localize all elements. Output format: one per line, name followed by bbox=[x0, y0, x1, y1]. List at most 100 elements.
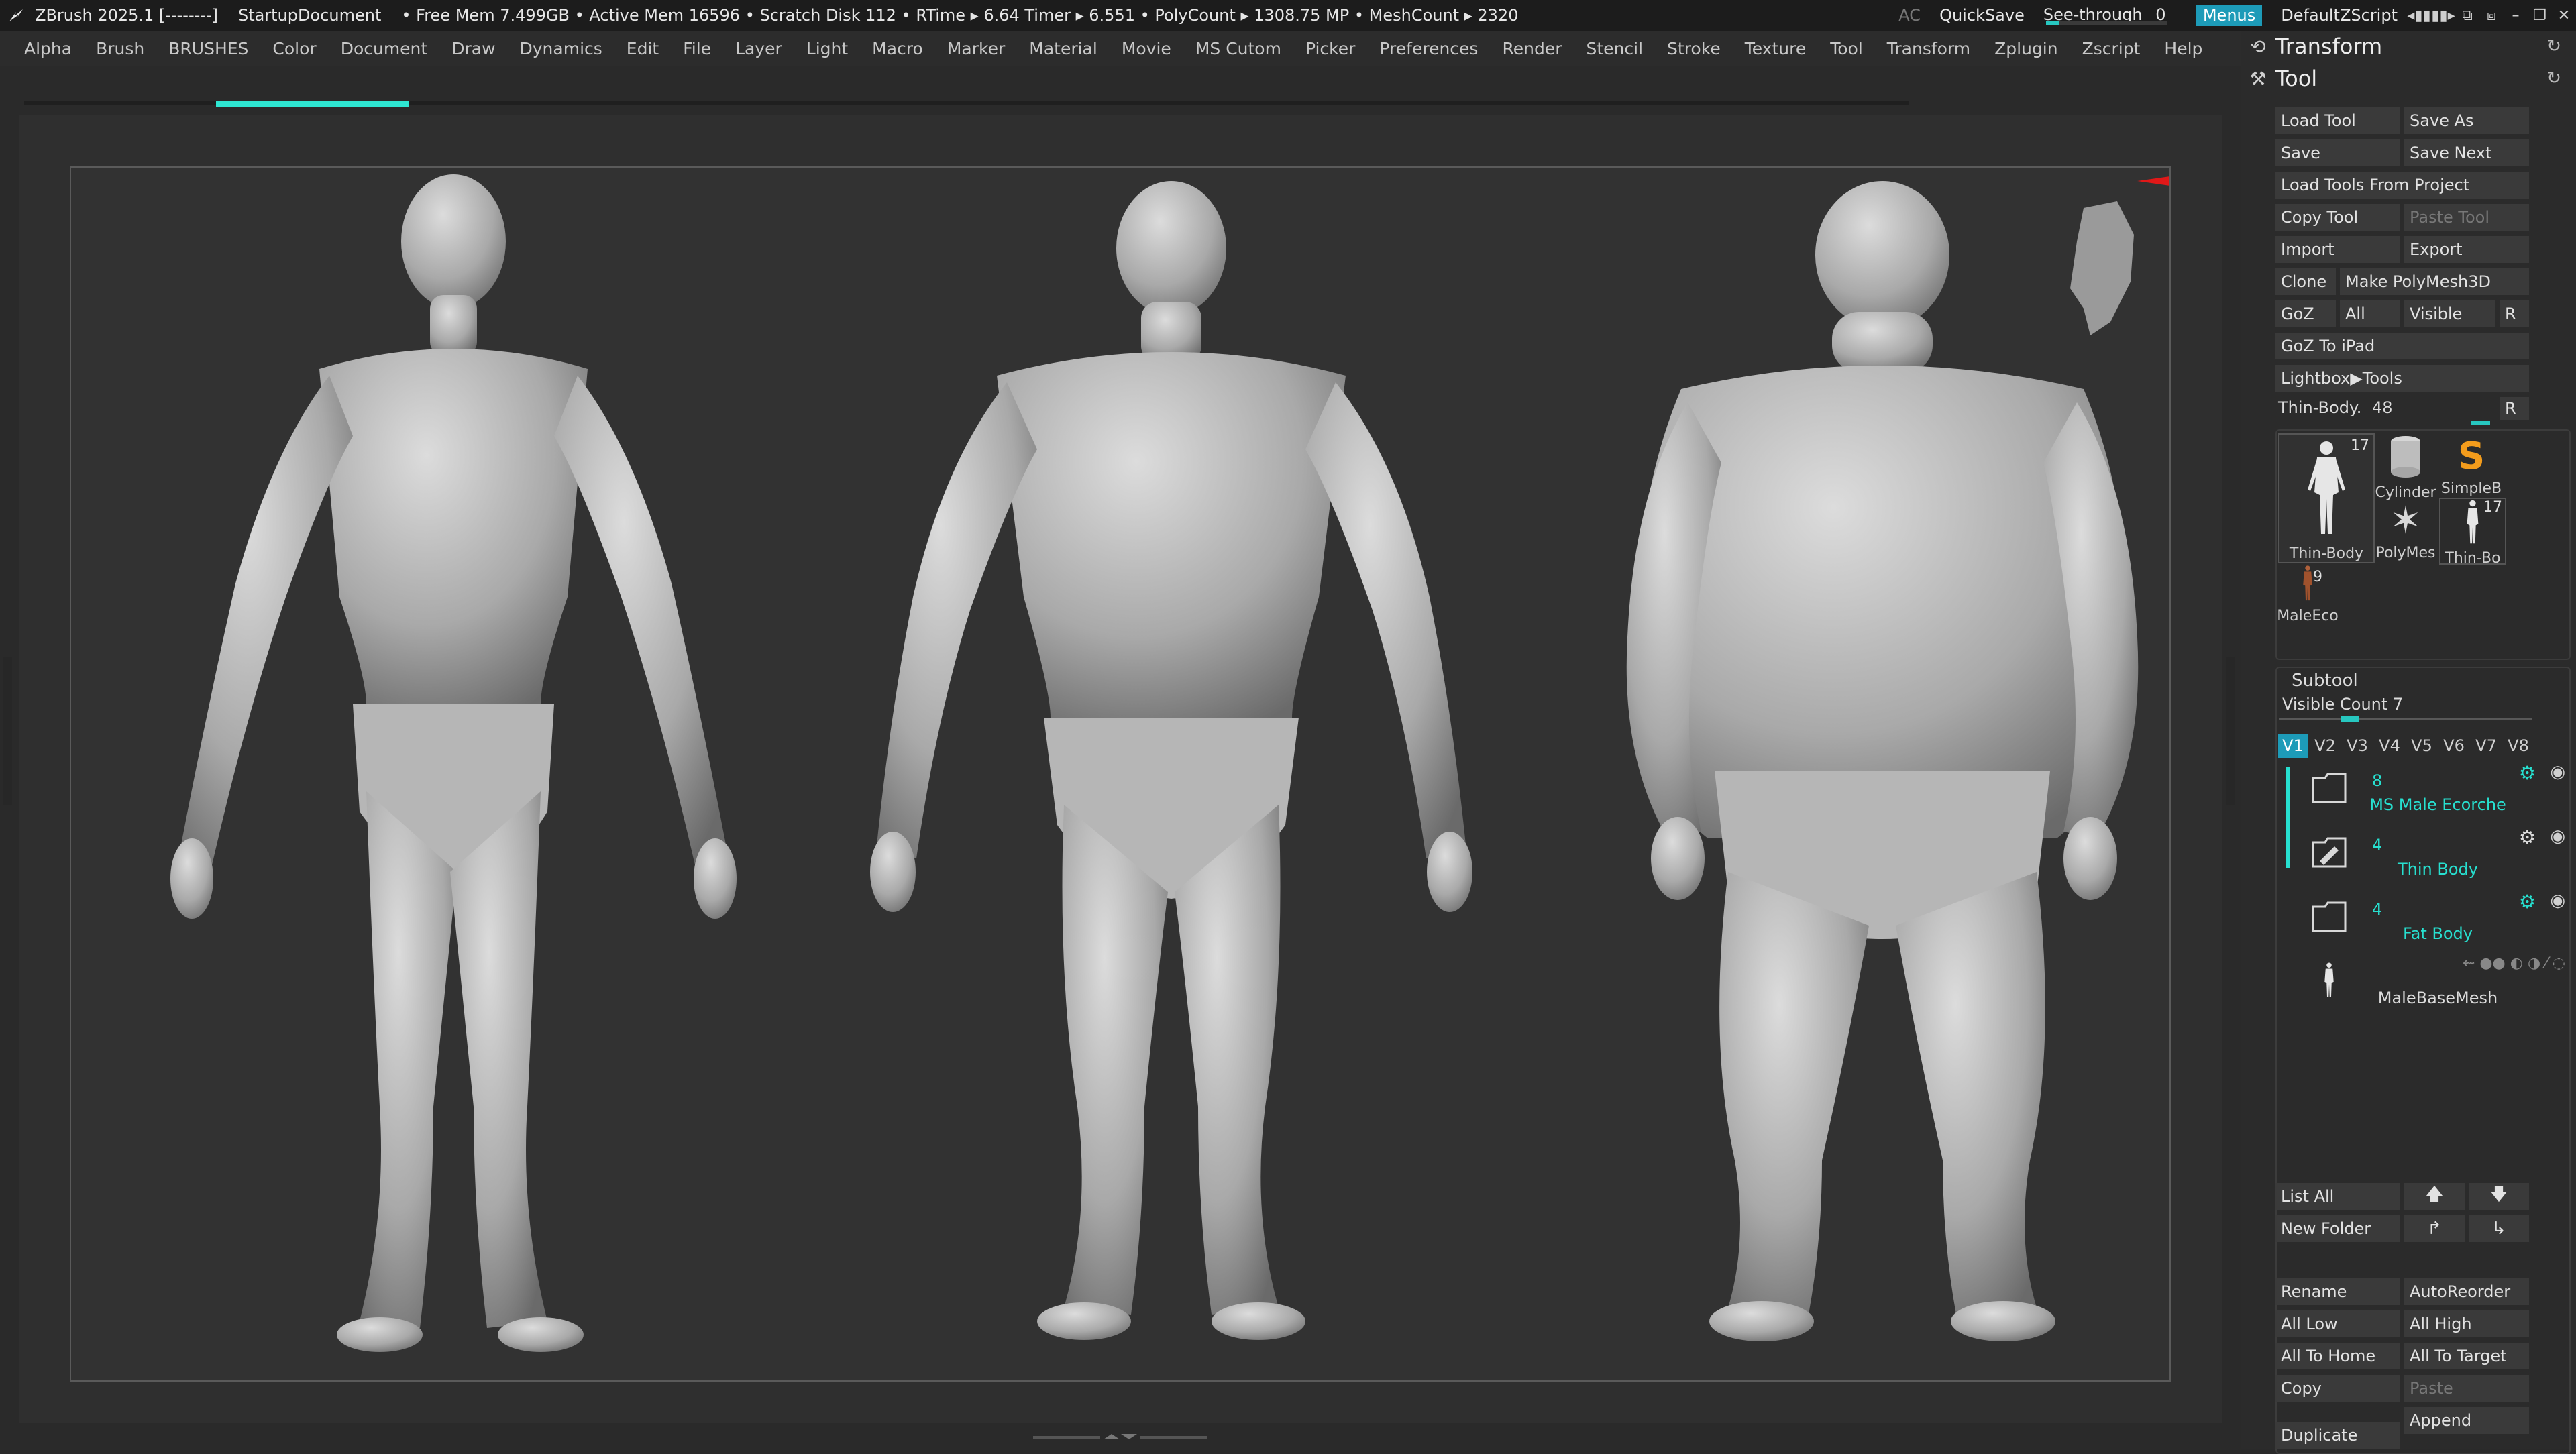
move-out-folder-icon[interactable]: ↳ bbox=[2469, 1215, 2529, 1242]
menu-marker[interactable]: Marker bbox=[947, 39, 1005, 58]
see-through-slider[interactable]: See-through 0 bbox=[2043, 5, 2178, 25]
menus-toggle[interactable]: Menus bbox=[2196, 5, 2263, 26]
goz-visible-button[interactable]: Visible bbox=[2404, 300, 2496, 327]
subtool-title[interactable]: Subtool bbox=[2292, 671, 2358, 691]
tool-thumb-male-ecorche[interactable]: 9 MaleEco bbox=[2275, 563, 2340, 630]
move-down-arrow-icon[interactable]: 🡇 bbox=[2469, 1183, 2529, 1210]
document-viewport[interactable] bbox=[70, 166, 2171, 1382]
ui-layout-left-icon[interactable]: ◂▮▮ bbox=[2407, 6, 2431, 25]
goz-r-button[interactable]: R bbox=[2500, 300, 2529, 327]
rename-button[interactable]: Rename bbox=[2275, 1278, 2400, 1305]
visibility-set-v6[interactable]: V6 bbox=[2439, 734, 2469, 758]
menu-preferences[interactable]: Preferences bbox=[1379, 39, 1478, 58]
menu-material[interactable]: Material bbox=[1029, 39, 1097, 58]
clone-button[interactable]: Clone bbox=[2275, 268, 2336, 295]
visible-count-knob[interactable] bbox=[2341, 716, 2359, 722]
all-high-button[interactable]: All High bbox=[2404, 1310, 2529, 1337]
menu-brush[interactable]: Brush bbox=[96, 39, 144, 58]
move-to-folder-icon[interactable]: ↱ bbox=[2404, 1215, 2465, 1242]
menu-render[interactable]: Render bbox=[1502, 39, 1562, 58]
menu-ms-cutom[interactable]: MS Cutom bbox=[1195, 39, 1281, 58]
folder-settings-gear-icon[interactable]: ⚙ bbox=[2519, 891, 2536, 913]
copy-tool-button[interactable]: Copy Tool bbox=[2275, 204, 2400, 231]
import-button[interactable]: Import bbox=[2275, 236, 2400, 263]
visibility-set-v7[interactable]: V7 bbox=[2471, 734, 2501, 758]
save-button[interactable]: Save bbox=[2275, 139, 2400, 166]
copy-button[interactable]: Copy bbox=[2275, 1375, 2400, 1402]
ui-layout-swap-icon[interactable]: ⧉ bbox=[2455, 6, 2479, 25]
menu-color[interactable]: Color bbox=[272, 39, 316, 58]
paste-button[interactable]: Paste bbox=[2404, 1375, 2529, 1402]
ui-layout-right-icon[interactable]: ▮▮▸ bbox=[2431, 6, 2455, 25]
load-tool-button[interactable]: Load Tool bbox=[2275, 107, 2400, 134]
visibility-set-v8[interactable]: V8 bbox=[2504, 734, 2533, 758]
subtool-folder-thin-body[interactable]: 4 Thin Body ⚙ ◉ bbox=[2310, 826, 2565, 889]
menu-dynamics[interactable]: Dynamics bbox=[520, 39, 602, 58]
menu-picker[interactable]: Picker bbox=[1305, 39, 1355, 58]
subtool-folder-fat-body[interactable]: 4 Fat Body ⚙ ◉ bbox=[2310, 891, 2565, 954]
menu-layer[interactable]: Layer bbox=[735, 39, 782, 58]
make-polymesh3d-button[interactable]: Make PolyMesh3D bbox=[2340, 268, 2529, 295]
visibility-eye-icon[interactable]: ◉ bbox=[2550, 891, 2565, 911]
all-to-target-button[interactable]: All To Target bbox=[2404, 1343, 2529, 1369]
goz-all-button[interactable]: All bbox=[2340, 300, 2400, 327]
current-tool-slider-knob[interactable] bbox=[2471, 421, 2490, 425]
menu-edit[interactable]: Edit bbox=[627, 39, 659, 58]
load-tools-from-project-button[interactable]: Load Tools From Project bbox=[2275, 172, 2529, 199]
subtool-row-toggles-icon[interactable]: ⇜ ●● ◐ ◑ ⁄ ◌ bbox=[2463, 955, 2565, 972]
goz-to-ipad-button[interactable]: GoZ To iPad bbox=[2275, 333, 2529, 359]
tool-thumb-simplebrush[interactable]: S SimpleB bbox=[2439, 433, 2504, 498]
folder-settings-gear-icon[interactable]: ⚙ bbox=[2519, 762, 2536, 784]
subtool-folder-ms-male-ecorche[interactable]: 8 MS Male Ecorche ⚙ ◉ bbox=[2310, 762, 2565, 825]
menu-file[interactable]: File bbox=[683, 39, 711, 58]
paste-tool-button[interactable]: Paste Tool bbox=[2404, 204, 2529, 231]
menu-transform[interactable]: Transform bbox=[1887, 39, 1970, 58]
visible-count[interactable]: Visible Count 7 bbox=[2282, 695, 2403, 714]
menu-document[interactable]: Document bbox=[341, 39, 428, 58]
menu-brushes[interactable]: BRUSHES bbox=[168, 39, 248, 58]
restore-icon[interactable]: ❐ bbox=[2528, 6, 2552, 25]
menu-texture[interactable]: Texture bbox=[1745, 39, 1807, 58]
visibility-set-v2[interactable]: V2 bbox=[2310, 734, 2340, 758]
menu-macro[interactable]: Macro bbox=[872, 39, 923, 58]
current-tool-slider[interactable]: Thin-Body. 48 bbox=[2278, 398, 2533, 423]
visibility-eye-icon[interactable]: ◉ bbox=[2550, 762, 2565, 782]
current-tool-r-button[interactable]: R bbox=[2500, 397, 2529, 420]
bottom-tray-handle-icon[interactable] bbox=[1033, 1433, 1208, 1441]
goz-button[interactable]: GoZ bbox=[2275, 300, 2336, 327]
menu-zscript[interactable]: Zscript bbox=[2082, 39, 2141, 58]
new-folder-button[interactable]: New Folder bbox=[2275, 1215, 2400, 1242]
left-tray-handle[interactable] bbox=[3, 657, 12, 805]
visibility-eye-icon[interactable]: ◉ bbox=[2550, 826, 2565, 846]
tool-thumb-cylinder[interactable]: Cylinder bbox=[2373, 433, 2438, 501]
menu-tool[interactable]: Tool bbox=[1830, 39, 1863, 58]
default-zscript[interactable]: DefaultZScript bbox=[2281, 6, 2398, 25]
autoreorder-button[interactable]: AutoReorder bbox=[2404, 1278, 2529, 1305]
menu-draw[interactable]: Draw bbox=[451, 39, 495, 58]
tool-thumb-polymesh[interactable]: ✶ PolyMes bbox=[2373, 498, 2438, 562]
axis-gizmo-icon[interactable] bbox=[2137, 170, 2169, 215]
menu-stroke[interactable]: Stroke bbox=[1667, 39, 1721, 58]
tool-thumb-thin-body[interactable]: 17 Thin-Body bbox=[2278, 433, 2375, 563]
list-all-button[interactable]: List All bbox=[2275, 1183, 2400, 1210]
all-to-home-button[interactable]: All To Home bbox=[2275, 1343, 2400, 1369]
right-tray-handle[interactable] bbox=[2226, 657, 2235, 805]
close-icon[interactable]: ✕ bbox=[2552, 6, 2576, 25]
save-next-button[interactable]: Save Next bbox=[2404, 139, 2529, 166]
menu-light[interactable]: Light bbox=[806, 39, 848, 58]
visibility-set-v4[interactable]: V4 bbox=[2375, 734, 2404, 758]
ui-layout-restore-icon[interactable]: ⧈ bbox=[2479, 6, 2504, 25]
menu-movie[interactable]: Movie bbox=[1122, 39, 1171, 58]
menu-alpha[interactable]: Alpha bbox=[24, 39, 72, 58]
all-low-button[interactable]: All Low bbox=[2275, 1310, 2400, 1337]
duplicate-button[interactable]: Duplicate bbox=[2275, 1422, 2400, 1449]
move-up-arrow-icon[interactable]: 🡅 bbox=[2404, 1183, 2465, 1210]
transform-reset-icon[interactable]: ↻ bbox=[2546, 36, 2561, 56]
transform-palette-header[interactable]: ⟲ Transform bbox=[2241, 31, 2382, 62]
menu-zplugin[interactable]: Zplugin bbox=[1994, 39, 2057, 58]
subtool-male-base-mesh[interactable]: MaleBaseMesh ⇜ ●● ◐ ◑ ⁄ ◌ bbox=[2310, 955, 2565, 1018]
lightbox-tools-button[interactable]: Lightbox▶Tools bbox=[2275, 365, 2529, 392]
tool-reset-icon[interactable]: ↻ bbox=[2546, 68, 2561, 89]
visibility-set-v1[interactable]: V1 bbox=[2278, 734, 2308, 758]
visibility-set-v3[interactable]: V3 bbox=[2343, 734, 2372, 758]
